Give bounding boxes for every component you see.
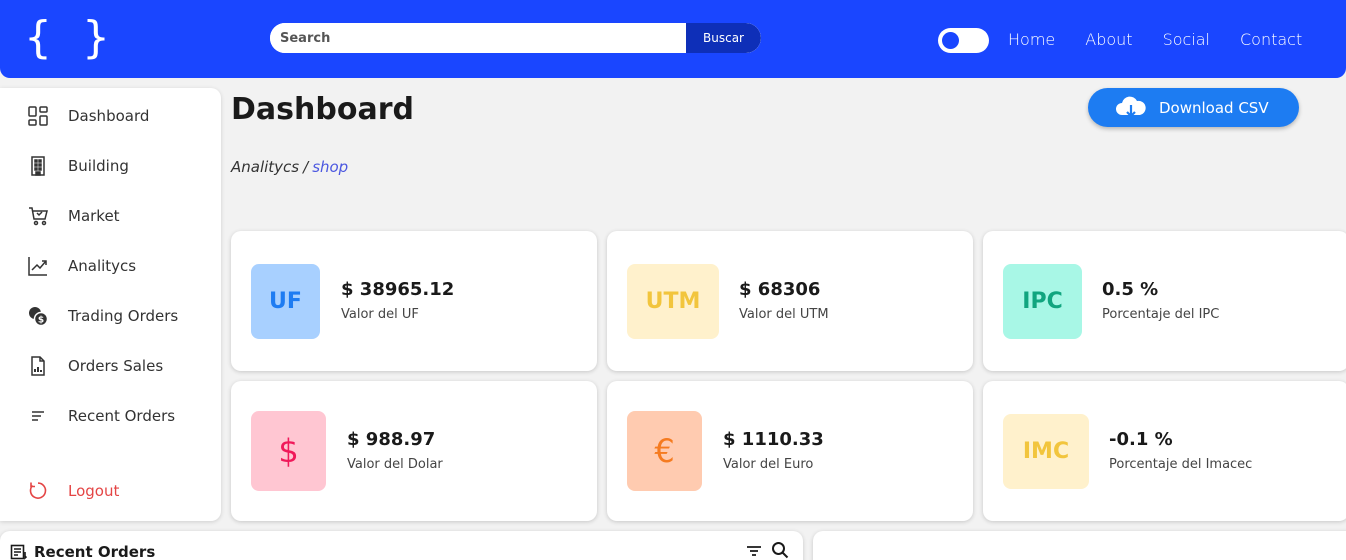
report-icon <box>26 354 50 378</box>
breadcrumb-separator: / <box>303 158 309 176</box>
card-imacec: IMC -0.1 % Porcentaje del Imacec <box>983 381 1346 521</box>
building-icon <box>26 154 50 178</box>
download-csv-button[interactable]: Download CSV <box>1088 88 1299 127</box>
imc-badge: IMC <box>1003 414 1089 489</box>
search-icon[interactable] <box>771 541 789 560</box>
recent-orders-title: Recent Orders <box>10 543 155 560</box>
breadcrumb: Analitycs / shop <box>231 158 348 176</box>
svg-text:$: $ <box>38 316 44 326</box>
euro-label: Valor del Euro <box>723 457 814 472</box>
recent-orders-tools <box>745 541 789 560</box>
nav-social[interactable]: Social <box>1163 30 1210 49</box>
search-bar: Buscar <box>270 23 761 53</box>
breadcrumb-current[interactable]: shop <box>312 158 348 176</box>
cart-icon <box>26 204 50 228</box>
uf-value: $ 38965.12 <box>341 279 455 300</box>
card-uf: UF $ 38965.12 Valor del UF <box>231 231 597 371</box>
side-panel <box>813 531 1346 560</box>
sidebar-item-label: Logout <box>68 482 120 500</box>
nav-contact[interactable]: Contact <box>1240 30 1302 49</box>
recent-orders-label: Recent Orders <box>34 543 156 560</box>
euro-badge: € <box>627 411 702 491</box>
sidebar-item-label: Analitycs <box>68 257 137 275</box>
filter-icon[interactable] <box>745 541 763 560</box>
utm-badge: UTM <box>627 264 719 339</box>
breadcrumb-parent[interactable]: Analitycs <box>231 158 299 176</box>
sidebar-item-orders-sales[interactable]: Orders Sales <box>26 354 163 378</box>
toggle-knob <box>942 32 959 49</box>
top-navbar: { } Buscar Home About Social Contact <box>0 0 1346 78</box>
sidebar-item-market[interactable]: Market <box>26 204 120 228</box>
ipc-value: 0.5 % <box>1102 279 1159 300</box>
nav-home[interactable]: Home <box>1008 30 1055 49</box>
euro-value: $ 1110.33 <box>723 429 824 450</box>
sidebar-item-analitycs[interactable]: Analitycs <box>26 254 136 278</box>
search-button[interactable]: Buscar <box>686 23 761 53</box>
sidebar-item-label: Dashboard <box>68 107 150 125</box>
card-euro: € $ 1110.33 Valor del Euro <box>607 381 973 521</box>
sort-lines-icon <box>26 404 50 428</box>
imacec-label: Porcentaje del Imacec <box>1109 457 1253 472</box>
ipc-label: Porcentaje del IPC <box>1102 307 1220 322</box>
dolar-label: Valor del Dolar <box>347 457 443 472</box>
sidebar-item-label: Market <box>68 207 120 225</box>
page-title: Dashboard <box>231 92 414 127</box>
card-dolar: $ $ 988.97 Valor del Dolar <box>231 381 597 521</box>
card-utm: UTM $ 68306 Valor del UTM <box>607 231 973 371</box>
utm-label: Valor del UTM <box>739 307 829 322</box>
ipc-badge: IPC <box>1003 264 1082 339</box>
list-icon <box>10 544 28 560</box>
sidebar-item-trading-orders[interactable]: $ Trading Orders <box>26 304 178 328</box>
dollar-badge: $ <box>251 411 326 491</box>
coins-icon: $ <box>26 304 50 328</box>
sidebar-item-dashboard[interactable]: Dashboard <box>26 104 149 128</box>
dashboard-icon <box>26 104 50 128</box>
utm-value: $ 68306 <box>739 279 821 300</box>
sidebar-item-building[interactable]: Building <box>26 154 129 178</box>
nav-about[interactable]: About <box>1085 30 1132 49</box>
imacec-value: -0.1 % <box>1109 429 1173 450</box>
logout-icon <box>26 479 50 503</box>
theme-toggle[interactable] <box>938 28 989 53</box>
sidebar-item-label: Building <box>68 157 129 175</box>
main-nav: Home About Social Contact <box>1008 30 1332 49</box>
cloud-download-icon <box>1115 96 1147 120</box>
sidebar-item-logout[interactable]: Logout <box>26 479 119 503</box>
uf-label: Valor del UF <box>341 307 419 322</box>
logo[interactable]: { } <box>24 10 118 66</box>
dolar-value: $ 988.97 <box>347 429 436 450</box>
search-input[interactable] <box>270 23 686 53</box>
download-csv-label: Download CSV <box>1159 98 1269 117</box>
recent-orders-panel: Recent Orders <box>0 531 803 560</box>
sidebar-item-label: Trading Orders <box>68 307 179 325</box>
sidebar: Dashboard Building Market Analitycs $ Tr… <box>0 88 221 521</box>
card-ipc: IPC 0.5 % Porcentaje del IPC <box>983 231 1346 371</box>
sidebar-item-recent-orders[interactable]: Recent Orders <box>26 404 175 428</box>
sidebar-item-label: Recent Orders <box>68 407 176 425</box>
chart-line-icon <box>26 254 50 278</box>
uf-badge: UF <box>251 264 320 339</box>
sidebar-item-label: Orders Sales <box>68 357 164 375</box>
